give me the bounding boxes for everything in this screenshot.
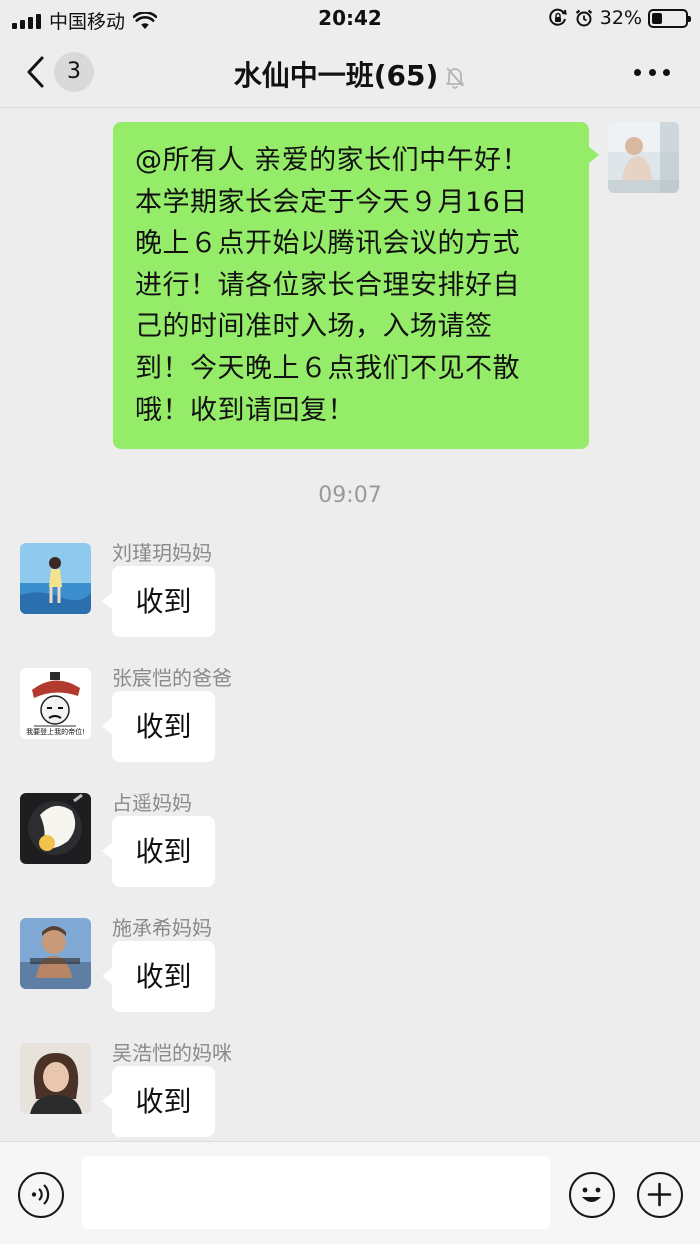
message-line: 本学期家长会定于今天９月16日 xyxy=(135,186,528,218)
message-line: 哦！收到请回复！ xyxy=(135,394,355,426)
alarm-icon xyxy=(575,9,592,27)
message-bubble[interactable]: 收到 xyxy=(102,691,215,762)
message-row: 我要登上我的帝位! 张宸恺的爸爸 收到 xyxy=(0,666,700,778)
message-list[interactable]: @所有人 亲爱的家长们中午好！ 本学期家长会定于今天９月16日 晚上６点开始以腾… xyxy=(0,108,700,1141)
status-right: 32% xyxy=(548,7,691,29)
battery-icon xyxy=(648,8,691,28)
self-avatar[interactable] xyxy=(608,122,679,193)
avatar[interactable] xyxy=(20,543,91,614)
sender-name: 占遥妈妈 xyxy=(112,791,192,815)
sender-name: 施承希妈妈 xyxy=(112,916,212,940)
message-bubble[interactable]: 收到 xyxy=(102,941,215,1012)
more-icon[interactable] xyxy=(634,54,670,90)
chat-header: 3 水仙中一班(65) xyxy=(0,36,700,108)
message-line: 晚上６点开始以腾讯会议的方式 xyxy=(135,228,520,260)
mute-bell-icon xyxy=(446,67,465,89)
avatar[interactable]: 我要登上我的帝位! xyxy=(20,668,91,739)
plus-icon[interactable] xyxy=(637,1172,683,1218)
avatar[interactable] xyxy=(20,793,91,864)
avatar[interactable] xyxy=(20,1043,91,1114)
self-message-bubble[interactable]: @所有人 亲爱的家长们中午好！ 本学期家长会定于今天９月16日 晚上６点开始以腾… xyxy=(113,122,599,450)
sender-name: 吴浩恺的妈咪 xyxy=(112,1041,232,1065)
message-line: 到！今天晚上６点我们不见不散 xyxy=(135,352,520,384)
message-bubble[interactable]: 收到 xyxy=(102,566,215,637)
chat-title: 水仙中一班(65) xyxy=(233,59,439,92)
avatar[interactable] xyxy=(20,918,91,989)
chat-timestamp: 09:07 xyxy=(318,483,382,508)
chat-title-wrap[interactable]: 水仙中一班(65) xyxy=(0,54,700,94)
message-bubble[interactable]: 收到 xyxy=(102,816,215,887)
emoji-icon[interactable] xyxy=(569,1172,615,1218)
sender-name: 张宸恺的爸爸 xyxy=(112,666,232,690)
battery-level xyxy=(652,12,663,24)
orientation-lock-icon xyxy=(548,8,567,26)
message-row: 占遥妈妈 收到 xyxy=(0,791,700,903)
message-row: 施承希妈妈 收到 xyxy=(0,916,700,1028)
input-bar xyxy=(0,1141,700,1244)
sender-name: 刘瑾玥妈妈 xyxy=(112,541,212,565)
voice-icon[interactable] xyxy=(18,1172,64,1218)
message-bubble[interactable]: 收到 xyxy=(102,1066,215,1137)
message-line: @所有人 亲爱的家长们中午好！ xyxy=(135,145,530,176)
message-row: 吴浩恺的妈咪 收到 xyxy=(0,1041,700,1141)
message-line: 己的时间准时入场，入场请签 xyxy=(135,311,493,343)
battery-percent: 32% xyxy=(599,7,642,29)
message-input[interactable] xyxy=(82,1156,550,1229)
status-bar: 中国移动 20:42 32% xyxy=(0,0,700,36)
message-row: 刘瑾玥妈妈 收到 xyxy=(0,541,700,653)
avatar-caption: 我要登上我的帝位! xyxy=(26,728,85,736)
message-line: 进行！请各位家长合理安排好自 xyxy=(135,269,520,301)
